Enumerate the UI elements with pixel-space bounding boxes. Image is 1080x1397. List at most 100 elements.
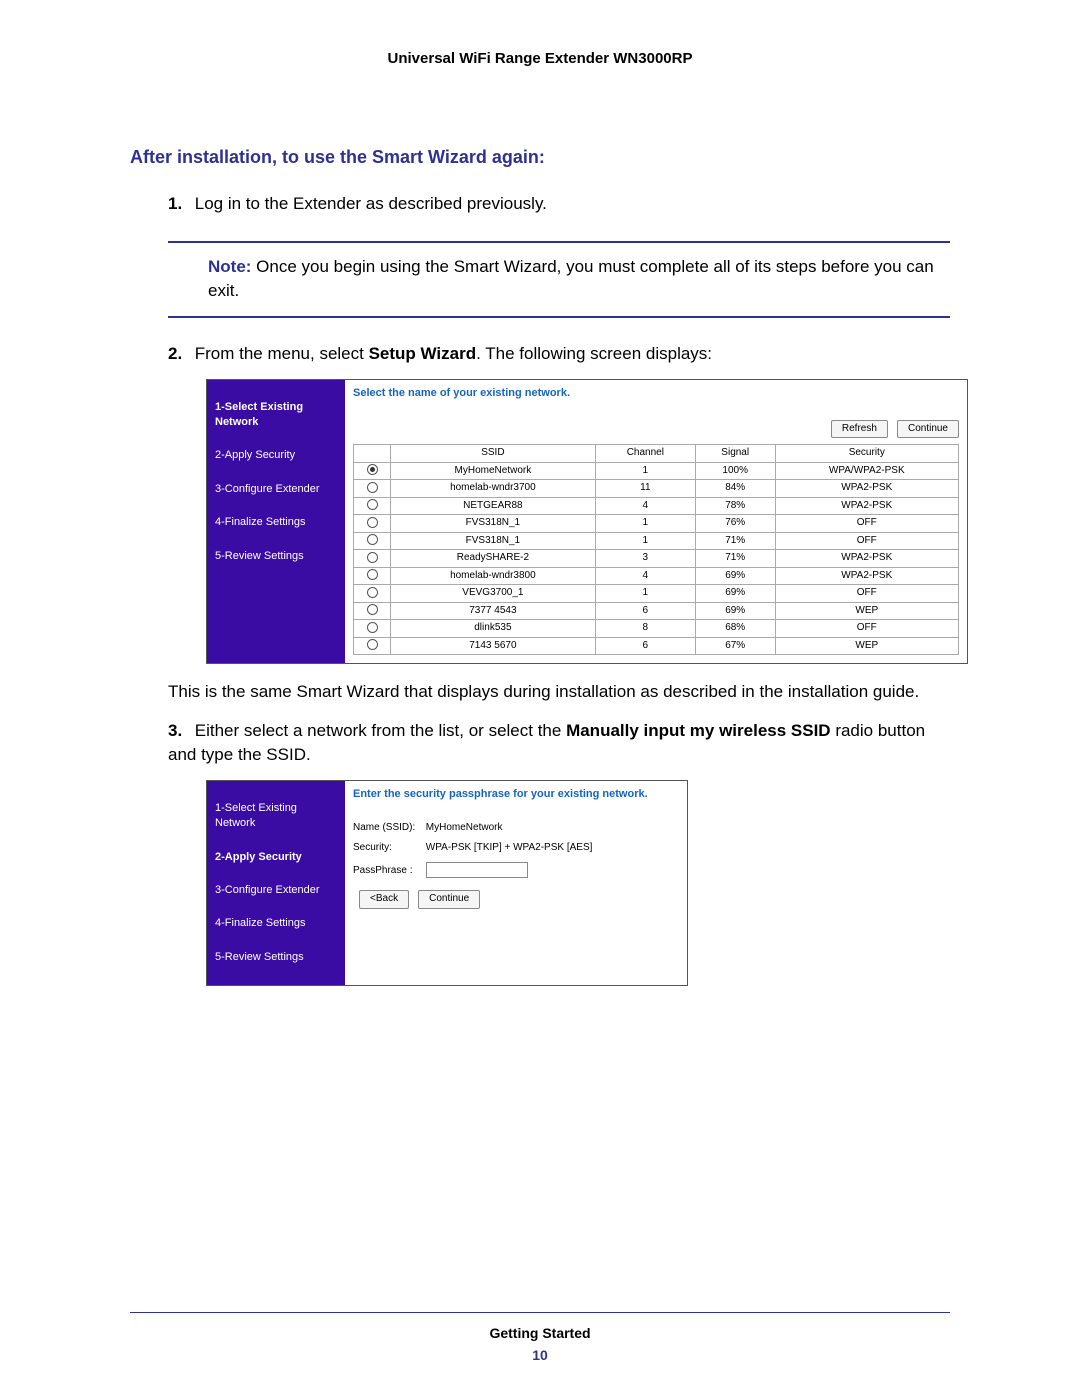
screenshot-select-network: 1-Select Existing Network 2-Apply Securi… bbox=[206, 379, 968, 664]
network-radio[interactable] bbox=[354, 515, 391, 533]
col-channel: Channel bbox=[595, 445, 695, 463]
wizard-sidebar: 1-Select Existing Network 2-Apply Securi… bbox=[207, 781, 345, 985]
network-radio[interactable] bbox=[354, 462, 391, 480]
table-row[interactable]: NETGEAR88478%WPA2-PSK bbox=[354, 497, 959, 515]
cell-signal: 71% bbox=[695, 532, 775, 550]
cell-channel: 6 bbox=[595, 602, 695, 620]
step-number: 2. bbox=[168, 342, 190, 367]
table-row[interactable]: 7143 5670667%WEP bbox=[354, 637, 959, 655]
network-radio[interactable] bbox=[354, 620, 391, 638]
radio-icon[interactable] bbox=[367, 639, 378, 650]
radio-icon[interactable] bbox=[367, 587, 378, 598]
cell-security: WPA2-PSK bbox=[775, 497, 958, 515]
sidebar-step-1[interactable]: 1-Select Existing Network bbox=[215, 787, 337, 842]
col-security: Security bbox=[775, 445, 958, 463]
radio-icon[interactable] bbox=[367, 622, 378, 633]
network-radio[interactable] bbox=[354, 532, 391, 550]
network-radio[interactable] bbox=[354, 567, 391, 585]
wizard-prompt: Enter the security passphrase for your e… bbox=[353, 787, 679, 803]
sidebar-step-5[interactable]: 5-Review Settings bbox=[215, 541, 337, 574]
security-label: Security: bbox=[353, 841, 423, 856]
cell-ssid: FVS318N_1 bbox=[391, 515, 596, 533]
screenshot-apply-security: 1-Select Existing Network 2-Apply Securi… bbox=[206, 780, 688, 986]
cell-security: WEP bbox=[775, 602, 958, 620]
cell-security: OFF bbox=[775, 532, 958, 550]
sidebar-step-4[interactable]: 4-Finalize Settings bbox=[215, 908, 337, 941]
cell-ssid: FVS318N_1 bbox=[391, 532, 596, 550]
step-2-after: This is the same Smart Wizard that displ… bbox=[168, 680, 950, 705]
table-row[interactable]: ReadySHARE-2371%WPA2-PSK bbox=[354, 550, 959, 568]
cell-signal: 69% bbox=[695, 567, 775, 585]
cell-ssid: ReadySHARE-2 bbox=[391, 550, 596, 568]
sidebar-step-4[interactable]: 4-Finalize Settings bbox=[215, 507, 337, 540]
sidebar-step-5[interactable]: 5-Review Settings bbox=[215, 942, 337, 975]
back-button[interactable]: <Back bbox=[359, 890, 409, 909]
sidebar-step-3[interactable]: 3-Configure Extender bbox=[215, 474, 337, 507]
radio-icon[interactable] bbox=[367, 534, 378, 545]
sidebar-step-2[interactable]: 2-Apply Security bbox=[215, 842, 337, 875]
wizard-main: Enter the security passphrase for your e… bbox=[345, 781, 687, 985]
col-radio bbox=[354, 445, 391, 463]
step-3: 3. Either select a network from the list… bbox=[168, 719, 950, 987]
name-row: Name (SSID): MyHomeNetwork bbox=[353, 821, 679, 836]
steps-list-cont: 2. From the menu, select Setup Wizard. T… bbox=[168, 342, 950, 986]
network-radio[interactable] bbox=[354, 585, 391, 603]
button-row: Refresh Continue bbox=[353, 420, 959, 439]
name-value: MyHomeNetwork bbox=[426, 822, 503, 833]
note-label: Note: bbox=[208, 257, 251, 276]
refresh-button[interactable]: Refresh bbox=[831, 420, 888, 439]
cell-security: WEP bbox=[775, 637, 958, 655]
step-text-b: Setup Wizard bbox=[369, 344, 477, 363]
radio-icon[interactable] bbox=[367, 604, 378, 615]
button-row: <Back Continue bbox=[353, 890, 679, 909]
table-row[interactable]: VEVG3700_1169%OFF bbox=[354, 585, 959, 603]
cell-ssid: homelab-wndr3800 bbox=[391, 567, 596, 585]
cell-channel: 4 bbox=[595, 567, 695, 585]
cell-security: WPA2-PSK bbox=[775, 480, 958, 498]
cell-channel: 8 bbox=[595, 620, 695, 638]
document-header: Universal WiFi Range Extender WN3000RP bbox=[130, 50, 950, 67]
network-radio[interactable] bbox=[354, 550, 391, 568]
table-row[interactable]: MyHomeNetwork1100%WPA/WPA2-PSK bbox=[354, 462, 959, 480]
network-radio[interactable] bbox=[354, 637, 391, 655]
table-row[interactable]: 7377 4543669%WEP bbox=[354, 602, 959, 620]
cell-channel: 1 bbox=[595, 462, 695, 480]
step-number: 3. bbox=[168, 719, 190, 744]
continue-button[interactable]: Continue bbox=[418, 890, 480, 909]
page-footer: Getting Started 10 bbox=[130, 1312, 950, 1363]
table-row[interactable]: homelab-wndr3800469%WPA2-PSK bbox=[354, 567, 959, 585]
page: Universal WiFi Range Extender WN3000RP A… bbox=[0, 0, 1080, 1397]
step-2: 2. From the menu, select Setup Wizard. T… bbox=[168, 342, 950, 705]
continue-button[interactable]: Continue bbox=[897, 420, 959, 439]
radio-icon[interactable] bbox=[367, 569, 378, 580]
sidebar-step-1[interactable]: 1-Select Existing Network bbox=[215, 386, 337, 441]
table-row[interactable]: homelab-wndr37001184%WPA2-PSK bbox=[354, 480, 959, 498]
cell-signal: 67% bbox=[695, 637, 775, 655]
passphrase-input[interactable] bbox=[426, 862, 528, 878]
network-table: SSID Channel Signal Security MyHomeNetwo… bbox=[353, 444, 959, 655]
passphrase-label: PassPhrase : bbox=[353, 864, 423, 879]
sidebar-step-2[interactable]: 2-Apply Security bbox=[215, 440, 337, 473]
network-radio[interactable] bbox=[354, 497, 391, 515]
footer-title: Getting Started bbox=[130, 1325, 950, 1341]
network-radio[interactable] bbox=[354, 602, 391, 620]
radio-icon[interactable] bbox=[367, 517, 378, 528]
table-row[interactable]: FVS318N_1171%OFF bbox=[354, 532, 959, 550]
network-radio[interactable] bbox=[354, 480, 391, 498]
passphrase-row: PassPhrase : bbox=[353, 862, 679, 878]
radio-icon[interactable] bbox=[367, 464, 378, 475]
radio-icon[interactable] bbox=[367, 552, 378, 563]
cell-security: OFF bbox=[775, 585, 958, 603]
step-number: 1. bbox=[168, 192, 190, 217]
cell-ssid: MyHomeNetwork bbox=[391, 462, 596, 480]
steps-list: 1. Log in to the Extender as described p… bbox=[168, 192, 950, 217]
cell-signal: 84% bbox=[695, 480, 775, 498]
table-row[interactable]: FVS318N_1176%OFF bbox=[354, 515, 959, 533]
radio-icon[interactable] bbox=[367, 482, 378, 493]
cell-channel: 11 bbox=[595, 480, 695, 498]
sidebar-step-3[interactable]: 3-Configure Extender bbox=[215, 875, 337, 908]
section-heading: After installation, to use the Smart Wiz… bbox=[130, 147, 950, 168]
table-row[interactable]: dlink535868%OFF bbox=[354, 620, 959, 638]
cell-channel: 1 bbox=[595, 585, 695, 603]
radio-icon[interactable] bbox=[367, 499, 378, 510]
